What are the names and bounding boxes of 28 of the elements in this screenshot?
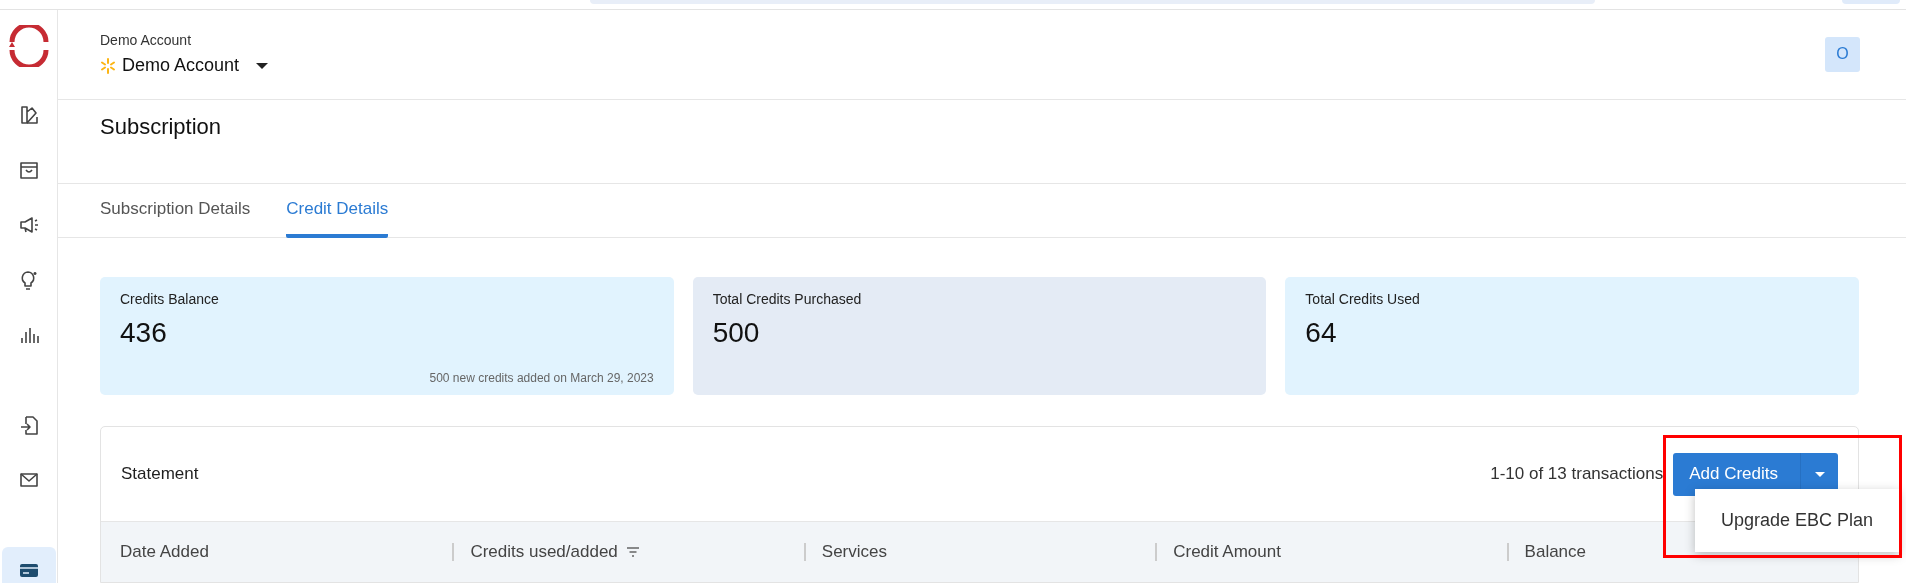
column-header: Credits used/added [470,542,618,562]
menu-item[interactable]: Upgrade EBC Plan [1720,510,1874,531]
caret-icon [1813,470,1826,478]
card-value: 436 [120,317,168,349]
caret-icon[interactable] [255,61,270,70]
card-value: 64 [1305,317,1338,349]
statement-title: Statement [121,464,200,484]
card-title: Credits Balance [120,291,220,307]
column-header: Services [821,542,887,562]
card-value: 500 [712,317,761,349]
transaction-count: 1-10 of 13 transactions [1490,464,1664,484]
logo-icon[interactable] [7,25,50,67]
spark-icon [100,57,116,74]
filter-icon[interactable] [625,547,640,557]
tab[interactable]: Credit Details [286,184,389,238]
card-note: 500 new credits added on March 29, 2023 [429,371,654,385]
megaphone-icon [17,214,40,236]
page-title: Subscription [100,113,223,140]
column-header: Date Added [120,542,209,562]
account-label: Demo Account [100,32,193,49]
card-title: Total Credits Used [1305,291,1421,307]
column-header: Credit Amount [1173,542,1281,562]
store-icon [17,159,40,181]
account-selector[interactable]: Demo Account [122,55,240,77]
sidebar-item[interactable] [1,547,56,583]
tab[interactable]: Subscription Details [100,184,251,238]
column-header: Balance [1524,542,1587,562]
card-title: Total Credits Purchased [712,291,863,307]
